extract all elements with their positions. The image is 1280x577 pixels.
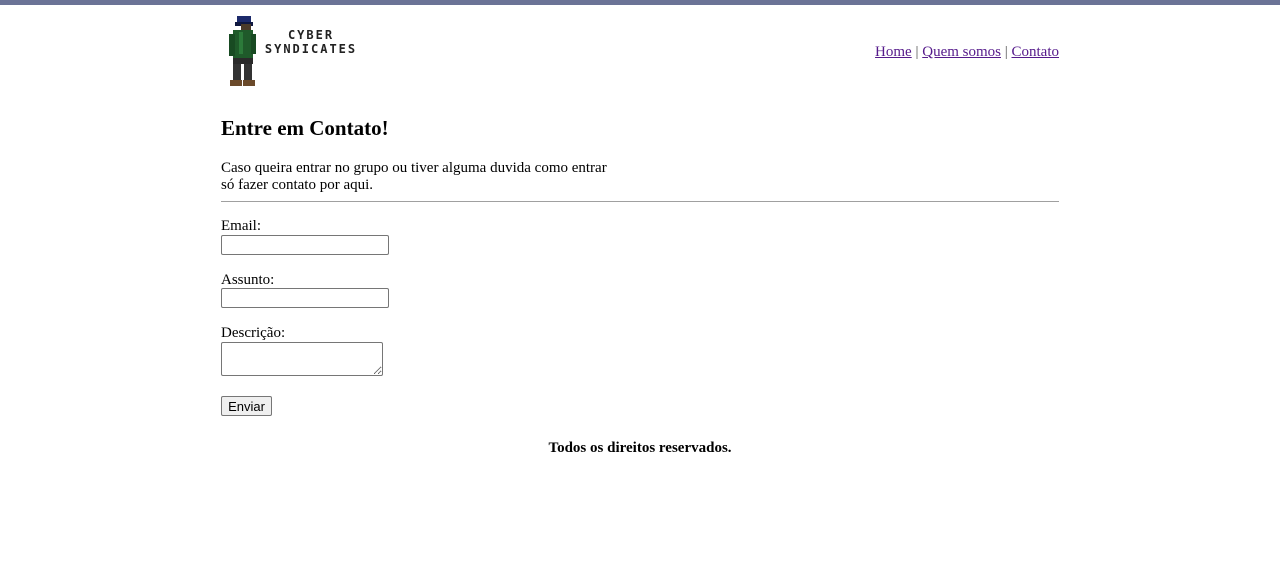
nav-separator: |: [1004, 44, 1008, 60]
description-textarea[interactable]: [221, 342, 383, 376]
logo-line-cyber: CYBER: [287, 28, 335, 42]
nav-link-home[interactable]: Home: [875, 44, 912, 60]
subject-label: Assunto:: [221, 272, 275, 288]
logo-line-syndicates: SYNDICATES: [264, 42, 358, 56]
email-label: Email:: [221, 218, 261, 234]
site-footer: Todos os direitos reservados.: [221, 440, 1059, 457]
nav-separator: |: [915, 44, 919, 60]
site-logo[interactable]: CYBER SYNDICATES: [221, 12, 366, 88]
page-container: CYBER SYNDICATES Home | Quem somos | Con…: [221, 0, 1059, 456]
logo-wordmark: CYBER SYNDICATES: [261, 28, 361, 56]
intro-line-1: Caso queira entrar no grupo ou tiver alg…: [221, 160, 607, 176]
section-divider: [221, 201, 1059, 202]
hacker-character-icon: [229, 16, 256, 86]
intro-line-2: só fazer contato por aqui.: [221, 177, 374, 193]
nav-link-contato[interactable]: Contato: [1012, 44, 1060, 60]
site-header: CYBER SYNDICATES Home | Quem somos | Con…: [221, 0, 1059, 100]
intro-text: Caso queira entrar no grupo ou tiver alg…: [221, 160, 621, 194]
email-field[interactable]: [221, 235, 389, 255]
description-label: Descrição:: [221, 325, 286, 341]
page-title: Entre em Contato!: [221, 116, 389, 140]
footer-copyright: Todos os direitos reservados.: [548, 440, 732, 456]
nav-link-quem-somos[interactable]: Quem somos: [922, 44, 1001, 60]
send-button[interactable]: Enviar: [221, 396, 272, 416]
main-nav: Home | Quem somos | Contato: [875, 44, 1059, 61]
subject-field[interactable]: [221, 288, 389, 308]
